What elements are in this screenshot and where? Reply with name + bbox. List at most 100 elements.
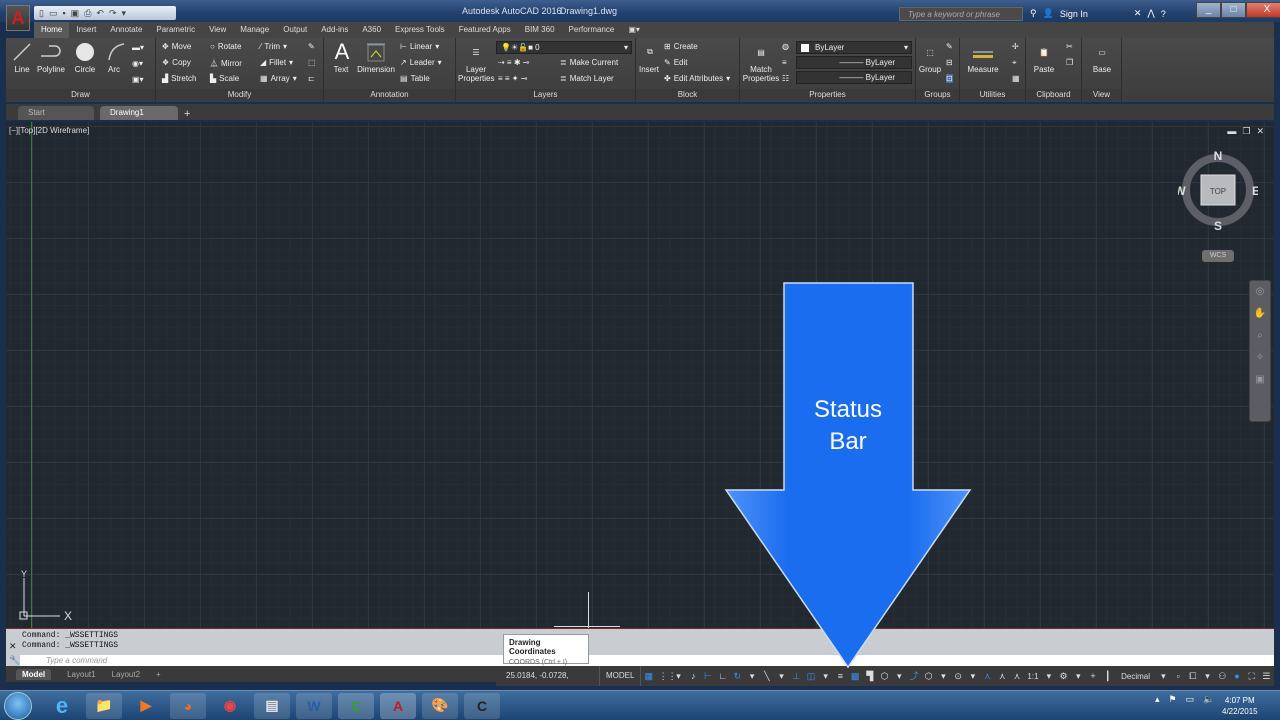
tab-layout1[interactable]: Layout1 [67, 670, 95, 679]
polar-menu-icon[interactable]: ▾ [747, 671, 757, 681]
hardware-acceleration-icon[interactable]: ● [1232, 671, 1242, 681]
color-dropdown[interactable]: ByLayer ▾ [796, 41, 912, 54]
volume-icon[interactable]: 🔈 [1203, 694, 1214, 705]
binoculars-icon[interactable]: ⚲ [1030, 8, 1037, 19]
tab-add-ins[interactable]: Add-ins [314, 22, 355, 38]
tab-performance[interactable]: Performance [562, 22, 622, 38]
array-button[interactable]: ▦ Array ▾ [260, 74, 297, 83]
gizmo-menu-icon[interactable]: ▾ [968, 671, 978, 681]
polyline-button[interactable]: Polyline [34, 41, 68, 74]
mirror-button[interactable]: ⏅ Mirror [210, 58, 242, 69]
lock-ui-icon[interactable]: ⧠ [1188, 671, 1198, 681]
new-tab-button[interactable]: + [184, 106, 198, 120]
table-button[interactable]: ▤ Table [400, 74, 430, 83]
rectangle-icon[interactable]: ▬▾ [132, 43, 144, 52]
workspace-gear-icon[interactable]: ⚙ [1059, 671, 1069, 681]
stretch-button[interactable]: ▟ Stretch [162, 74, 197, 83]
linetype-dropdown[interactable]: ——— ByLayer [796, 56, 912, 69]
firefox-icon[interactable]: ◕ [170, 692, 206, 719]
infer-constraints-icon[interactable]: ♪ [688, 671, 698, 681]
groups-panel-title[interactable]: Groups [916, 89, 959, 101]
viewport-restore-icon[interactable]: ❐ [1242, 126, 1250, 137]
lock-ui-menu-icon[interactable]: ▾ [1203, 671, 1213, 681]
dynamic-input-icon[interactable]: ⊢ [703, 671, 713, 681]
utilities-panel-title[interactable]: Utilities [960, 89, 1025, 101]
object-snap-tracking-icon[interactable]: ⊥ [791, 671, 801, 681]
layer-tools-row1[interactable]: ⇢ ≡ ✱ ⊸ [498, 58, 529, 67]
quick-select-icon[interactable]: ✢ [1012, 42, 1019, 51]
auto-scale-icon[interactable]: ⋏ [997, 671, 1007, 681]
linear-button[interactable]: ⊢ Linear ▾ [400, 42, 439, 51]
line-button[interactable]: Line [10, 41, 34, 74]
grid-icon[interactable]: ▦ [644, 671, 654, 681]
viewport-close-icon[interactable]: ✕ [1256, 126, 1264, 137]
copy-button[interactable]: ❖ Copy [162, 58, 191, 67]
hatch-icon[interactable]: ◉▾ [132, 59, 143, 68]
help-icon[interactable]: ? [1161, 9, 1166, 19]
maximize-button[interactable]: □ [1221, 2, 1246, 18]
viewport-controls-label[interactable]: [−][Top][2D Wireframe] [9, 126, 89, 135]
object-snap-icon[interactable]: ◫ [806, 671, 816, 681]
measure-button[interactable]: Measure [966, 41, 1000, 74]
draw-panel-title[interactable]: Draw [6, 89, 155, 101]
leader-button[interactable]: ↗ Leader ▾ [400, 58, 442, 67]
redo-icon[interactable]: ↷ [109, 8, 117, 19]
navigation-bar[interactable]: ◎ ✋ ⌕ ✧ ▣ [1249, 280, 1271, 422]
group-button[interactable]: ⬚ Group [918, 41, 942, 75]
polar-tracking-icon[interactable]: ↻ [733, 671, 743, 681]
customization-menu-icon[interactable]: ☰ [1262, 671, 1272, 681]
arc-button[interactable]: Arc [104, 41, 125, 74]
quick-properties-icon[interactable]: ▫ [1173, 671, 1183, 681]
ungroup-icon[interactable]: ✎ [946, 42, 953, 51]
edit-block-button[interactable]: ✎ Edit [664, 58, 688, 67]
id-point-icon[interactable]: ⌖ [1012, 58, 1017, 68]
tab-a360[interactable]: A360 [355, 22, 388, 38]
viewcube[interactable]: TOP N S E W [1178, 142, 1258, 232]
gizmo-icon[interactable]: ⊙ [953, 671, 963, 681]
wcs-menu[interactable]: WCS [1202, 250, 1234, 262]
insert-button[interactable]: ⧉ Insert [638, 41, 660, 74]
tab-home[interactable]: Home [34, 22, 70, 38]
selection-cycling-icon[interactable]: ▜ [865, 671, 875, 681]
tab-featured-apps[interactable]: Featured Apps [452, 22, 518, 38]
boundary-icon[interactable]: ▣▾ [132, 75, 144, 84]
3d-osnap-menu-icon[interactable]: ▾ [894, 671, 904, 681]
layer-properties-button[interactable]: ☰ Layer Properties [458, 41, 494, 84]
explode-icon[interactable]: ⬚ [308, 58, 316, 67]
tab-express-tools[interactable]: Express Tools [388, 22, 452, 38]
dynamic-ucs-icon[interactable]: ⤴ [909, 671, 919, 681]
match-layer-button[interactable]: ≣ Match Layer [560, 74, 614, 83]
close-button[interactable]: X [1246, 2, 1280, 18]
paint-icon[interactable]: 🎨 [422, 692, 458, 719]
view-panel-title[interactable]: View [1082, 89, 1121, 101]
search-input[interactable]: Type a keyword or phrase [899, 7, 1023, 21]
save-icon[interactable]: ▪ [62, 8, 65, 18]
command-close-icon[interactable]: ✕ [9, 641, 17, 652]
start-button[interactable] [4, 691, 32, 720]
windows-explorer-icon[interactable]: 📁 [86, 692, 122, 719]
snap-menu-icon[interactable]: ▾ [674, 671, 684, 681]
add-layout-button[interactable]: + [156, 670, 161, 679]
group-edit-icon[interactable]: ⊟ [946, 58, 953, 67]
customize-icon[interactable]: ▾ [121, 8, 126, 19]
open-icon[interactable]: ▭ [49, 8, 58, 19]
media-player-icon[interactable]: ▶ [128, 693, 164, 719]
group-selection-icon[interactable]: ⊡ [946, 74, 953, 83]
a360-icon[interactable]: ⋀ [1147, 8, 1154, 19]
show-hidden-icons[interactable]: ▴ [1155, 694, 1160, 705]
drawing-viewport[interactable]: [−][Top][2D Wireframe] ▬ ❐ ✕ TOP N S E W… [6, 122, 1274, 628]
new-icon[interactable]: ▯ [39, 8, 44, 19]
selection-filter-menu-icon[interactable]: ▾ [939, 671, 949, 681]
clean-screen-icon[interactable]: ⛶ [1247, 671, 1257, 681]
text-button[interactable]: A Text [330, 39, 352, 74]
scale-menu-icon[interactable]: ▾ [1044, 671, 1054, 681]
3d-osnap-icon[interactable]: ⬡ [880, 671, 890, 681]
isolate-objects-icon[interactable]: ⚇ [1217, 671, 1227, 681]
annotation-scale-icon[interactable]: ⋏ [1012, 671, 1022, 681]
calculator-icon[interactable]: ▦ [1012, 74, 1020, 83]
tab-view[interactable]: View [202, 22, 233, 38]
isodraft-menu-icon[interactable]: ▾ [777, 671, 787, 681]
camtasia-icon[interactable]: C [338, 692, 374, 719]
edit-attributes-button[interactable]: ✤ Edit Attributes ▾ [664, 74, 730, 83]
rotate-button[interactable]: ○ Rotate [210, 42, 241, 51]
